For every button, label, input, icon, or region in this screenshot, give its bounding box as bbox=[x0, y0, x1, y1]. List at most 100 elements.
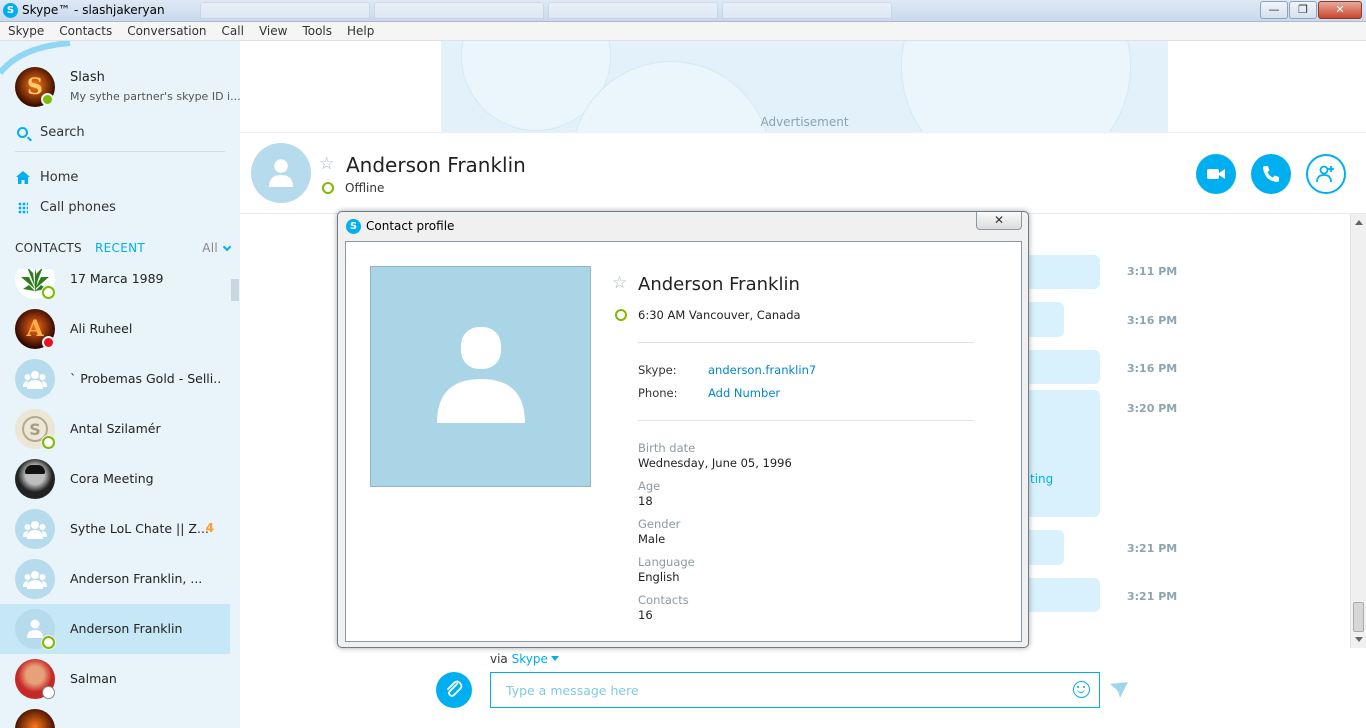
menu-tools[interactable]: Tools bbox=[302, 22, 332, 40]
contact-item[interactable] bbox=[0, 704, 230, 728]
via-service[interactable]: Skype bbox=[512, 652, 548, 666]
profile-picture bbox=[370, 266, 591, 487]
skype-app-icon: S bbox=[3, 3, 18, 18]
contact-item-selected[interactable]: Anderson Franklin bbox=[0, 604, 230, 654]
message-bubble[interactable] bbox=[1020, 350, 1100, 384]
chevron-down-icon bbox=[222, 242, 232, 252]
contact-list: 17 Marca 1989 A Ali Ruheel ` Probemas Go… bbox=[0, 269, 230, 728]
scroll-thumb[interactable] bbox=[1353, 602, 1364, 632]
send-icon[interactable] bbox=[1110, 682, 1128, 698]
add-people-button[interactable] bbox=[1306, 154, 1346, 194]
advertisement-banner[interactable]: Advertisement bbox=[441, 41, 1168, 132]
offline-status-icon bbox=[322, 182, 334, 194]
nav-home[interactable]: Home bbox=[15, 168, 225, 190]
minimize-button[interactable]: — bbox=[1260, 1, 1288, 19]
favorite-star-icon[interactable]: ☆ bbox=[612, 273, 627, 293]
contact-name: ` Probemas Gold - Selli... bbox=[70, 371, 220, 386]
contact-item[interactable]: Anderson Franklin, ... bbox=[0, 554, 230, 604]
profile-local-time: 6:30 AM Vancouver, Canada bbox=[638, 308, 801, 322]
tab-contacts[interactable]: CONTACTS bbox=[15, 241, 82, 255]
message-timestamp: 3:11 PM bbox=[1127, 265, 1178, 278]
contact-list-scrollbar[interactable] bbox=[231, 279, 239, 301]
nav-call-phones-label: Call phones bbox=[40, 200, 116, 215]
contact-name: Sythe LoL Chate || Z... bbox=[70, 521, 209, 536]
online-status-icon bbox=[42, 636, 55, 649]
message-bubble[interactable] bbox=[1020, 390, 1100, 517]
window-title: Skype™ - slashjakeryan bbox=[22, 3, 165, 17]
emoticon-icon[interactable] bbox=[1073, 681, 1090, 698]
online-status-icon bbox=[42, 286, 55, 299]
conversation-contact-name[interactable]: Anderson Franklin bbox=[346, 153, 526, 177]
close-dialog-button[interactable]: ✕ bbox=[976, 212, 1022, 230]
search-button[interactable]: Search bbox=[15, 124, 225, 152]
contact-item[interactable]: Sythe LoL Chate || Z... 4 bbox=[0, 504, 230, 554]
message-timestamp: 3:16 PM bbox=[1127, 362, 1178, 375]
video-camera-icon bbox=[1207, 169, 1225, 179]
message-bubble[interactable] bbox=[1020, 578, 1100, 612]
contact-avatar bbox=[15, 359, 55, 399]
menu-contacts[interactable]: Contacts bbox=[59, 22, 112, 40]
message-input[interactable] bbox=[490, 672, 1100, 708]
skype-id-label: Skype: bbox=[638, 363, 677, 377]
message-link-fragment[interactable]: ting bbox=[1030, 472, 1053, 486]
contact-avatar-large[interactable] bbox=[251, 143, 311, 203]
language-value: English bbox=[638, 570, 680, 584]
dialpad-icon bbox=[18, 202, 28, 214]
profile-name: Anderson Franklin bbox=[638, 274, 800, 295]
video-call-button[interactable] bbox=[1196, 154, 1236, 194]
menu-view[interactable]: View bbox=[259, 22, 287, 40]
conversation-scrollbar[interactable] bbox=[1350, 214, 1366, 648]
unread-count-badge: 4 bbox=[205, 521, 214, 535]
age-label: Age bbox=[638, 479, 661, 493]
filter-dropdown[interactable]: All bbox=[202, 241, 232, 255]
voice-call-button[interactable] bbox=[1251, 154, 1291, 194]
scroll-up-arrow-icon[interactable] bbox=[1355, 220, 1363, 225]
window-controls: — ❐ ✕ bbox=[1259, 1, 1362, 19]
tab-recent[interactable]: RECENT bbox=[95, 241, 145, 255]
contact-item[interactable]: Cora Meeting bbox=[0, 454, 230, 504]
contact-item[interactable]: A Ali Ruheel bbox=[0, 304, 230, 354]
contact-name: Anderson Franklin, ... bbox=[70, 571, 203, 586]
birth-date-label: Birth date bbox=[638, 441, 696, 455]
contact-item[interactable]: 17 Marca 1989 bbox=[0, 269, 230, 304]
contact-item[interactable]: ` Probemas Gold - Selli... bbox=[0, 354, 230, 404]
add-number-link[interactable]: Add Number bbox=[708, 386, 780, 400]
message-bubble[interactable] bbox=[1020, 255, 1100, 289]
person-icon bbox=[437, 327, 525, 423]
send-via-selector[interactable]: via Skype bbox=[490, 652, 559, 666]
person-icon bbox=[269, 159, 293, 187]
favorite-star-icon[interactable]: ☆ bbox=[319, 154, 334, 174]
online-status-icon bbox=[41, 93, 54, 106]
ad-label: Advertisement bbox=[760, 115, 849, 129]
group-icon bbox=[23, 571, 47, 589]
contacts-count-label: Contacts bbox=[638, 593, 689, 607]
birth-date-value: Wednesday, June 05, 1996 bbox=[638, 456, 792, 470]
menu-bar: Skype Contacts Conversation Call View To… bbox=[0, 22, 1366, 41]
attach-file-button[interactable] bbox=[436, 672, 472, 708]
skype-id-value[interactable]: anderson.franklin7 bbox=[708, 363, 816, 377]
menu-help[interactable]: Help bbox=[347, 22, 374, 40]
menu-conversation[interactable]: Conversation bbox=[127, 22, 206, 40]
maximize-button[interactable]: ❐ bbox=[1289, 1, 1317, 19]
close-window-button[interactable]: ✕ bbox=[1318, 1, 1362, 19]
contact-name: Cora Meeting bbox=[70, 471, 154, 486]
background-browser-tabs bbox=[200, 2, 892, 20]
background-tab bbox=[722, 2, 892, 19]
group-icon bbox=[23, 521, 47, 539]
contact-item[interactable]: S Antal Szilamér bbox=[0, 404, 230, 454]
filter-label: All bbox=[202, 241, 218, 255]
contacts-count-value: 16 bbox=[638, 608, 653, 622]
menu-skype[interactable]: Skype bbox=[8, 22, 44, 40]
menu-call[interactable]: Call bbox=[222, 22, 244, 40]
contact-avatar bbox=[15, 559, 55, 599]
via-label: via bbox=[490, 652, 508, 666]
search-icon bbox=[17, 127, 28, 138]
nav-call-phones[interactable]: Call phones bbox=[15, 198, 225, 220]
contact-item[interactable]: Salman bbox=[0, 654, 230, 704]
contact-name: Ali Ruheel bbox=[70, 321, 133, 336]
home-icon bbox=[16, 171, 30, 184]
contact-name: Antal Szilamér bbox=[70, 421, 161, 436]
window-title-bar: S Skype™ - slashjakeryan — ❐ ✕ bbox=[0, 0, 1366, 22]
my-mood-message[interactable]: My sythe partner's skype ID i... bbox=[70, 90, 241, 103]
scroll-down-arrow-icon[interactable] bbox=[1355, 637, 1363, 642]
